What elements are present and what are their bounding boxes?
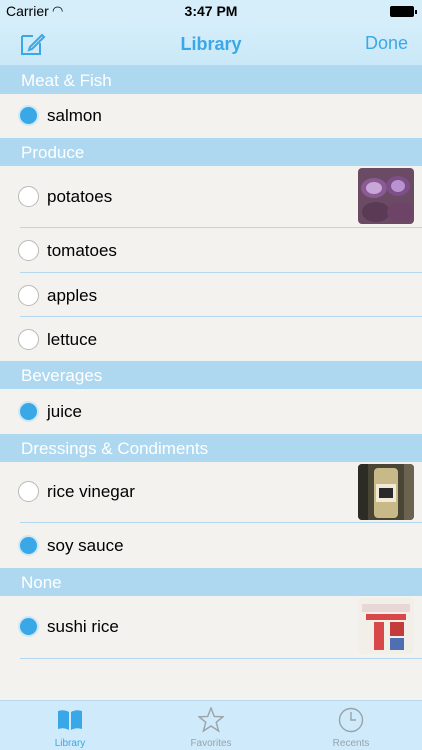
radio-unselected-icon[interactable] <box>18 285 39 306</box>
list-item-potatoes[interactable]: potatoes <box>0 166 422 228</box>
radio-selected-icon[interactable] <box>18 105 39 126</box>
clock-icon <box>338 707 364 733</box>
list-item-juice[interactable]: juice <box>0 389 422 434</box>
radio-selected-icon[interactable] <box>18 401 39 422</box>
tab-label: Favorites <box>190 738 232 749</box>
row-separator <box>20 658 422 659</box>
status-time: 3:47 PM <box>184 3 238 19</box>
tab-favorites[interactable]: Favorites <box>141 701 281 750</box>
tab-recents[interactable]: Recents <box>281 701 421 750</box>
battery-icon <box>390 6 417 17</box>
list-item-rice-vinegar[interactable]: rice vinegar <box>0 462 422 523</box>
status-bar: Carrier ◠ 3:47 PM <box>0 0 422 22</box>
item-label: tomatoes <box>47 241 117 260</box>
tab-library[interactable]: Library <box>0 701 140 750</box>
tab-bar: Library Favorites Recents <box>0 700 422 750</box>
section-header-none: None <box>0 568 422 596</box>
radio-selected-icon[interactable] <box>18 616 39 637</box>
item-label: juice <box>47 402 82 421</box>
section-header-meat-fish: Meat & Fish <box>0 66 422 94</box>
list-item-soy-sauce[interactable]: soy sauce <box>0 523 422 568</box>
item-label: rice vinegar <box>47 482 135 501</box>
item-label: salmon <box>47 106 102 125</box>
tab-label: Library <box>54 738 86 749</box>
star-icon <box>198 707 224 733</box>
list-item-tomatoes[interactable]: tomatoes <box>0 228 422 273</box>
library-list: Meat & Fish salmon Produce potatoes toma… <box>0 66 422 659</box>
item-label: sushi rice <box>47 617 119 636</box>
item-label: soy sauce <box>47 536 124 555</box>
sushi-rice-thumbnail <box>358 598 414 654</box>
page-title: Library <box>180 34 242 54</box>
list-item-sushi-rice[interactable]: sushi rice <box>0 596 422 659</box>
radio-unselected-icon[interactable] <box>18 240 39 261</box>
section-header-beverages: Beverages <box>0 361 422 389</box>
item-label: potatoes <box>47 187 113 206</box>
section-header-dressings-condiments: Dressings & Condiments <box>0 434 422 462</box>
radio-unselected-icon[interactable] <box>18 329 39 350</box>
radio-selected-icon[interactable] <box>18 535 39 556</box>
tab-label: Recents <box>332 738 370 749</box>
section-header-produce: Produce <box>0 138 422 166</box>
list-item-apples[interactable]: apples <box>0 273 422 317</box>
item-label: lettuce <box>47 330 98 349</box>
list-item-lettuce[interactable]: lettuce <box>0 317 422 361</box>
potatoes-thumbnail <box>358 168 414 224</box>
book-icon <box>58 710 82 730</box>
navigation-bar: Library Done <box>0 22 422 66</box>
done-button[interactable]: Done <box>365 33 408 54</box>
list-item-salmon[interactable]: salmon <box>0 94 422 138</box>
radio-unselected-icon[interactable] <box>18 481 39 502</box>
item-label: apples <box>47 286 98 305</box>
rice-vinegar-thumbnail <box>358 464 414 520</box>
radio-unselected-icon[interactable] <box>18 186 39 207</box>
